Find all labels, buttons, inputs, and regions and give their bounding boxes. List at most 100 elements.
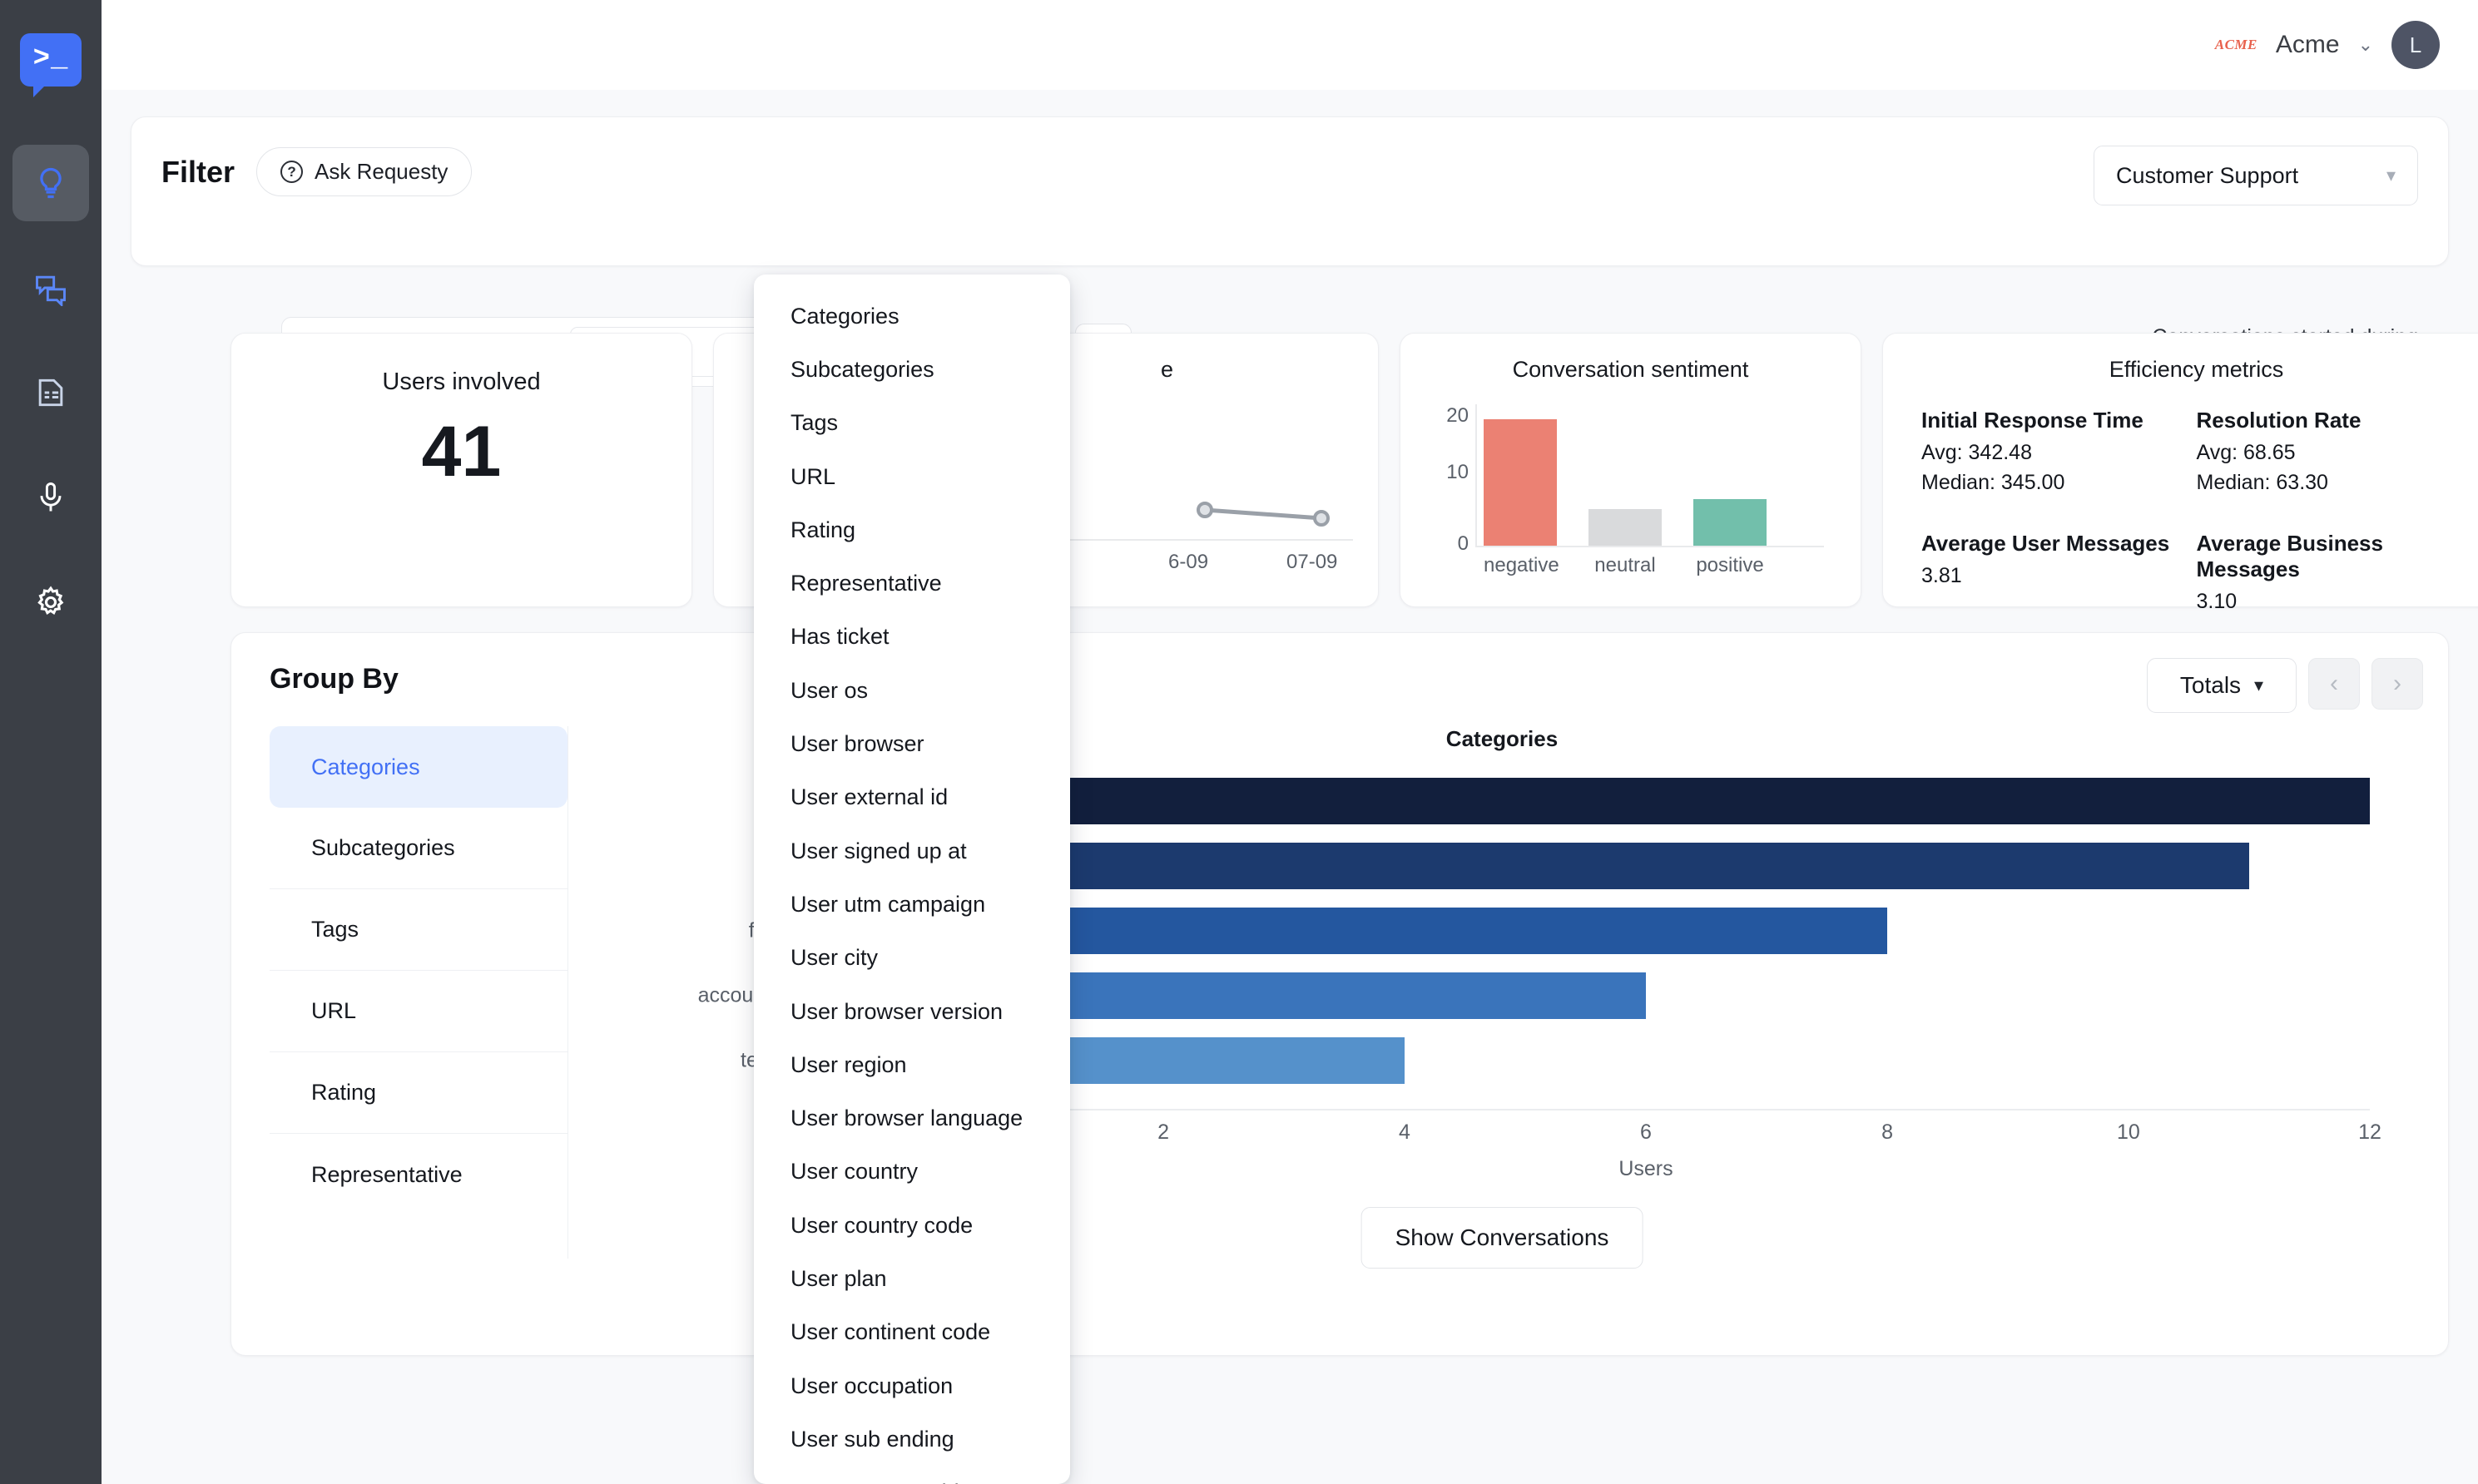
dropdown-item-subcategories[interactable]: Subcategories [754, 343, 1070, 396]
dropdown-item-user-os[interactable]: User os [754, 664, 1070, 717]
dropdown-item-rating[interactable]: Rating [754, 503, 1070, 556]
bar-fill [922, 843, 2250, 889]
totals-label: Totals [2179, 672, 2242, 698]
dropdown-item-user-sub-ending[interactable]: User sub ending [754, 1412, 1070, 1466]
dropdown-item-user-company-id[interactable]: User company id [754, 1467, 1070, 1484]
sentiment-bar-neutral [1588, 509, 1662, 546]
sentiment-card: Conversation sentiment 20 10 0 negative … [1400, 333, 1861, 607]
ask-requesty-button[interactable]: ? Ask Requesty [256, 147, 473, 196]
org-scope-value: Customer Support [2116, 162, 2299, 188]
dropdown-item-categories[interactable]: Categories [754, 289, 1070, 343]
group-by-item-representative[interactable]: Representative [270, 1134, 567, 1215]
sidebar-item-voice[interactable] [12, 459, 89, 536]
app-logo[interactable]: >_ [20, 33, 82, 97]
dropdown-item-user-browser-version[interactable]: User browser version [754, 985, 1070, 1038]
dropdown-item-user-continent-code[interactable]: User continent code [754, 1306, 1070, 1359]
sentiment-ytick-10: 10 [1446, 461, 1469, 483]
sidebar-item-documents[interactable] [12, 354, 89, 431]
dropdown-item-url[interactable]: URL [754, 450, 1070, 503]
org-scope-select[interactable]: Customer Support ▾ [2094, 146, 2418, 205]
sentiment-bars [1484, 404, 1824, 546]
dropdown-item-user-external-id[interactable]: User external id [754, 771, 1070, 824]
metric-initial-response-time: Initial Response Time Avg: 342.48 Median… [1921, 408, 2197, 497]
metric-avg: Avg: 342.48 [1921, 441, 2032, 464]
group-by-title: Group By [270, 663, 399, 695]
xtick-2: 2 [1157, 1120, 1169, 1144]
sentiment-x-line [1475, 546, 1824, 547]
bar-chart-x-ticks: 0 2 4 6 8 10 12 [916, 1120, 2381, 1150]
sentiment-chart-title: Conversation sentiment [1512, 357, 1749, 382]
xtick-4: 4 [1398, 1120, 1410, 1144]
dropdown-item-user-country[interactable]: User country [754, 1145, 1070, 1199]
efficiency-grid: Initial Response Time Avg: 342.48 Median… [1921, 408, 2471, 617]
totals-select[interactable]: Totals ▾ [2147, 658, 2297, 713]
timeline-xtick-4: 07-09 [1286, 551, 1338, 573]
dropdown-item-user-browser-language[interactable]: User browser language [754, 1091, 1070, 1145]
sentiment-label-neutral: neutral [1594, 554, 1656, 576]
org-chevron-down-icon[interactable]: ⌄ [2358, 34, 2373, 56]
dropdown-item-user-signed-up-at[interactable]: User signed up at [754, 824, 1070, 878]
sidebar-item-conversations[interactable] [12, 250, 89, 326]
sidebar-item-insights[interactable] [12, 145, 89, 221]
dropdown-item-has-ticket[interactable]: Has ticket [754, 611, 1070, 664]
dropdown-item-user-region[interactable]: User region [754, 1038, 1070, 1091]
group-by-item-url[interactable]: URL [270, 971, 567, 1052]
logo-prompt-glyph: >_ [32, 43, 69, 75]
avatar[interactable]: L [2391, 21, 2440, 69]
dropdown-item-user-city[interactable]: User city [754, 932, 1070, 985]
sentiment-x-ticks: negative neutral positive [1484, 554, 1824, 577]
group-by-item-subcategories[interactable]: Subcategories [270, 808, 567, 889]
bar-chart-plot: payment_billing course_access feedback_i… [698, 778, 2370, 1102]
users-involved-title: Users involved [382, 369, 541, 395]
sentiment-label-negative: negative [1484, 554, 1559, 576]
pagination: ‹ › [2308, 658, 2423, 710]
dropdown-item-user-browser[interactable]: User browser [754, 717, 1070, 770]
dropdown-item-representative[interactable]: Representative [754, 556, 1070, 610]
lightbulb-icon [40, 167, 62, 199]
metric-label: Initial Response Time [1921, 408, 2143, 433]
chat-bubbles-icon [36, 275, 66, 306]
users-involved-value: 41 [421, 412, 502, 492]
group-by-item-categories[interactable]: Categories [270, 726, 567, 808]
app-root: >_ ACME Acme ⌄ L Filter ? Ask Requesty L… [0, 0, 2478, 1484]
bar-row-payment-billing: payment_billing [759, 778, 2370, 824]
filter-header: Filter ? Ask Requesty [161, 147, 473, 196]
chevron-down-icon: ▾ [2386, 165, 2396, 186]
bar-chart-rows: payment_billing course_access feedback_i… [698, 778, 2370, 1102]
sidebar: >_ [0, 0, 102, 1484]
metric-value: 3.10 [2196, 590, 2238, 613]
ask-requesty-label: Ask Requesty [315, 159, 449, 184]
bar-chart-x-axis [922, 1109, 2370, 1111]
sentiment-y-axis: 20 10 0 [1437, 404, 1474, 555]
sentiment-ytick-20: 20 [1446, 404, 1469, 427]
bar-row-technical-support: technical_support [741, 1037, 2370, 1084]
group-by-item-rating[interactable]: Rating [270, 1052, 567, 1134]
metric-label: Average User Messages [1921, 531, 2170, 556]
sentiment-label-positive: positive [1696, 554, 1764, 576]
dropdown-item-tags[interactable]: Tags [754, 397, 1070, 450]
bar-chart-x-label: Users [1618, 1157, 1673, 1180]
brand-logo-icon: ACME [2214, 37, 2257, 52]
sidebar-item-settings[interactable] [12, 564, 89, 641]
dropdown-item-user-plan[interactable]: User plan [754, 1252, 1070, 1305]
show-conversations-button[interactable]: Show Conversations [1360, 1207, 1643, 1269]
question-circle-icon: ? [280, 161, 304, 183]
bar-row-account-management: account_management [698, 972, 2370, 1019]
sentiment-bar-negative [1484, 419, 1557, 546]
dropdown-item-user-utm-campaign[interactable]: User utm campaign [754, 878, 1070, 931]
group-by-divider [567, 726, 568, 1259]
metric-label: Average Business Messages [2196, 531, 2383, 581]
next-page-button[interactable]: › [2371, 658, 2423, 710]
dropdown-item-user-occupation[interactable]: User occupation [754, 1359, 1070, 1412]
xtick-10: 10 [2117, 1120, 2140, 1144]
metric-average-business-messages: Average Business Messages 3.10 [2197, 531, 2472, 617]
dropdown-item-user-country-code[interactable]: User country code [754, 1199, 1070, 1252]
group-by-item-tags[interactable]: Tags [270, 889, 567, 971]
metric-median: Median: 345.00 [1921, 470, 2065, 494]
sentiment-chart: 20 10 0 negative neutral positive [1437, 404, 1824, 576]
prev-page-button[interactable]: ‹ [2308, 658, 2360, 710]
metric-median: Median: 63.30 [2196, 470, 2328, 494]
field-dropdown-menu: Categories Subcategories Tags URL Rating… [754, 275, 1070, 1484]
bar-fill [922, 778, 2370, 824]
metric-value: 3.81 [1921, 564, 1962, 587]
